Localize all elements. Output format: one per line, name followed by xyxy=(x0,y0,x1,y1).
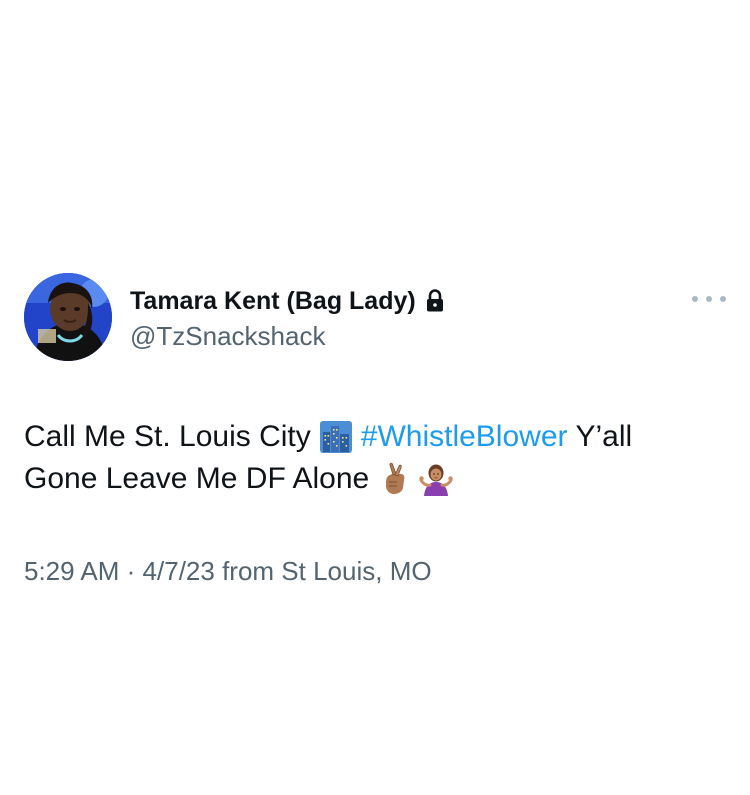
tweet-time[interactable]: 5:29 AM xyxy=(24,556,119,586)
tweet-text-line-1: Call Me St. Louis City #WhistleBlower Y’… xyxy=(24,416,729,458)
lock-icon xyxy=(426,289,443,312)
hashtag-link[interactable]: #WhistleBlower xyxy=(361,416,568,458)
crossed-fingers-emoji xyxy=(386,462,405,494)
author-handle[interactable]: @TzSnackshack xyxy=(130,321,325,352)
tweet-text-part: Y’all xyxy=(575,420,633,453)
shrugging-woman-emoji xyxy=(419,464,453,496)
more-options-icon[interactable] xyxy=(692,289,726,309)
tweet-text-part: Call Me St. Louis City xyxy=(24,420,311,453)
tweet-date[interactable]: 4/7/23 xyxy=(143,556,215,586)
tweet-text-line-2: Gone Leave Me DF Alone xyxy=(24,458,729,500)
profile-photo xyxy=(24,273,112,361)
tweet-card: Tamara Kent (Bag Lady) @TzSnackshack Cal… xyxy=(0,0,750,795)
meta-separator: · xyxy=(126,556,136,586)
author-name-row: Tamara Kent (Bag Lady) xyxy=(130,285,445,317)
dot xyxy=(692,296,698,302)
tweet-location: from St Louis, MO xyxy=(222,556,432,586)
tweet-meta: 5:29 AM · 4/7/23 from St Louis, MO xyxy=(24,556,432,587)
tweet-text-part: Gone Leave Me DF Alone xyxy=(24,462,370,495)
avatar[interactable] xyxy=(24,273,112,361)
display-name[interactable]: Tamara Kent (Bag Lady) xyxy=(130,287,416,316)
dot xyxy=(706,296,712,302)
cityscape-emoji xyxy=(319,421,352,453)
dot xyxy=(720,296,726,302)
tweet-text: Call Me St. Louis City #WhistleBlower Y’… xyxy=(24,416,729,500)
